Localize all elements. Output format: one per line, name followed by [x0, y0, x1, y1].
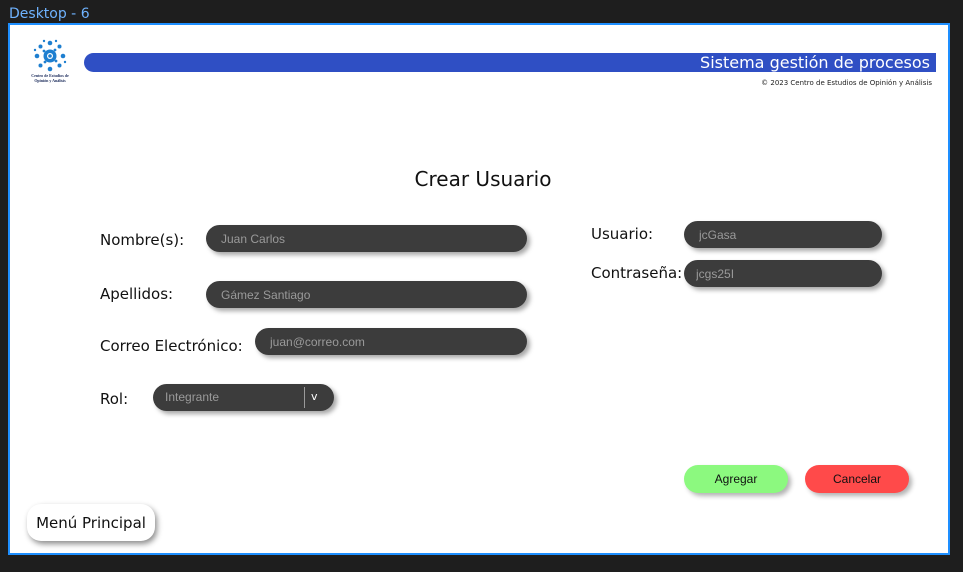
select-divider — [304, 387, 305, 408]
apellidos-input[interactable] — [206, 281, 527, 308]
main-menu-button[interactable]: Menú Principal — [27, 504, 155, 541]
nombre-input[interactable] — [206, 225, 527, 252]
rol-selected-value: Integrante — [165, 390, 220, 404]
chevron-down-icon[interactable]: v — [311, 384, 318, 410]
frame-label: Desktop - 6 — [9, 6, 90, 22]
logo-text: Centro de Estudios de Opinión y Análisis — [31, 73, 69, 83]
logo: Centro de Estudios de Opinión y Análisis — [26, 39, 74, 89]
header-bar: Sistema gestión de procesos — [84, 53, 936, 72]
copyright-text: © 2023 Centro de Estudios de Opinión y A… — [761, 79, 932, 87]
cancel-button[interactable]: Cancelar — [805, 465, 909, 493]
correo-label: Correo Electrónico: — [100, 337, 243, 355]
desktop-frame: Centro de Estudios de Opinión y Análisis… — [8, 23, 950, 555]
apellidos-label: Apellidos: — [100, 285, 174, 303]
network-logo-icon — [33, 39, 67, 72]
usuario-input[interactable] — [684, 221, 882, 248]
usuario-label: Usuario: — [591, 225, 654, 243]
contrasena-label: Contraseña: — [591, 264, 683, 282]
add-button[interactable]: Agregar — [684, 465, 788, 493]
rol-select[interactable]: Integrante v — [153, 384, 334, 411]
nombre-label: Nombre(s): — [100, 231, 185, 249]
email-field[interactable] — [255, 328, 527, 355]
rol-label: Rol: — [100, 390, 129, 408]
page-title: Crear Usuario — [414, 167, 552, 191]
password-input[interactable] — [684, 260, 882, 287]
app-title: Sistema gestión de procesos — [700, 53, 930, 72]
